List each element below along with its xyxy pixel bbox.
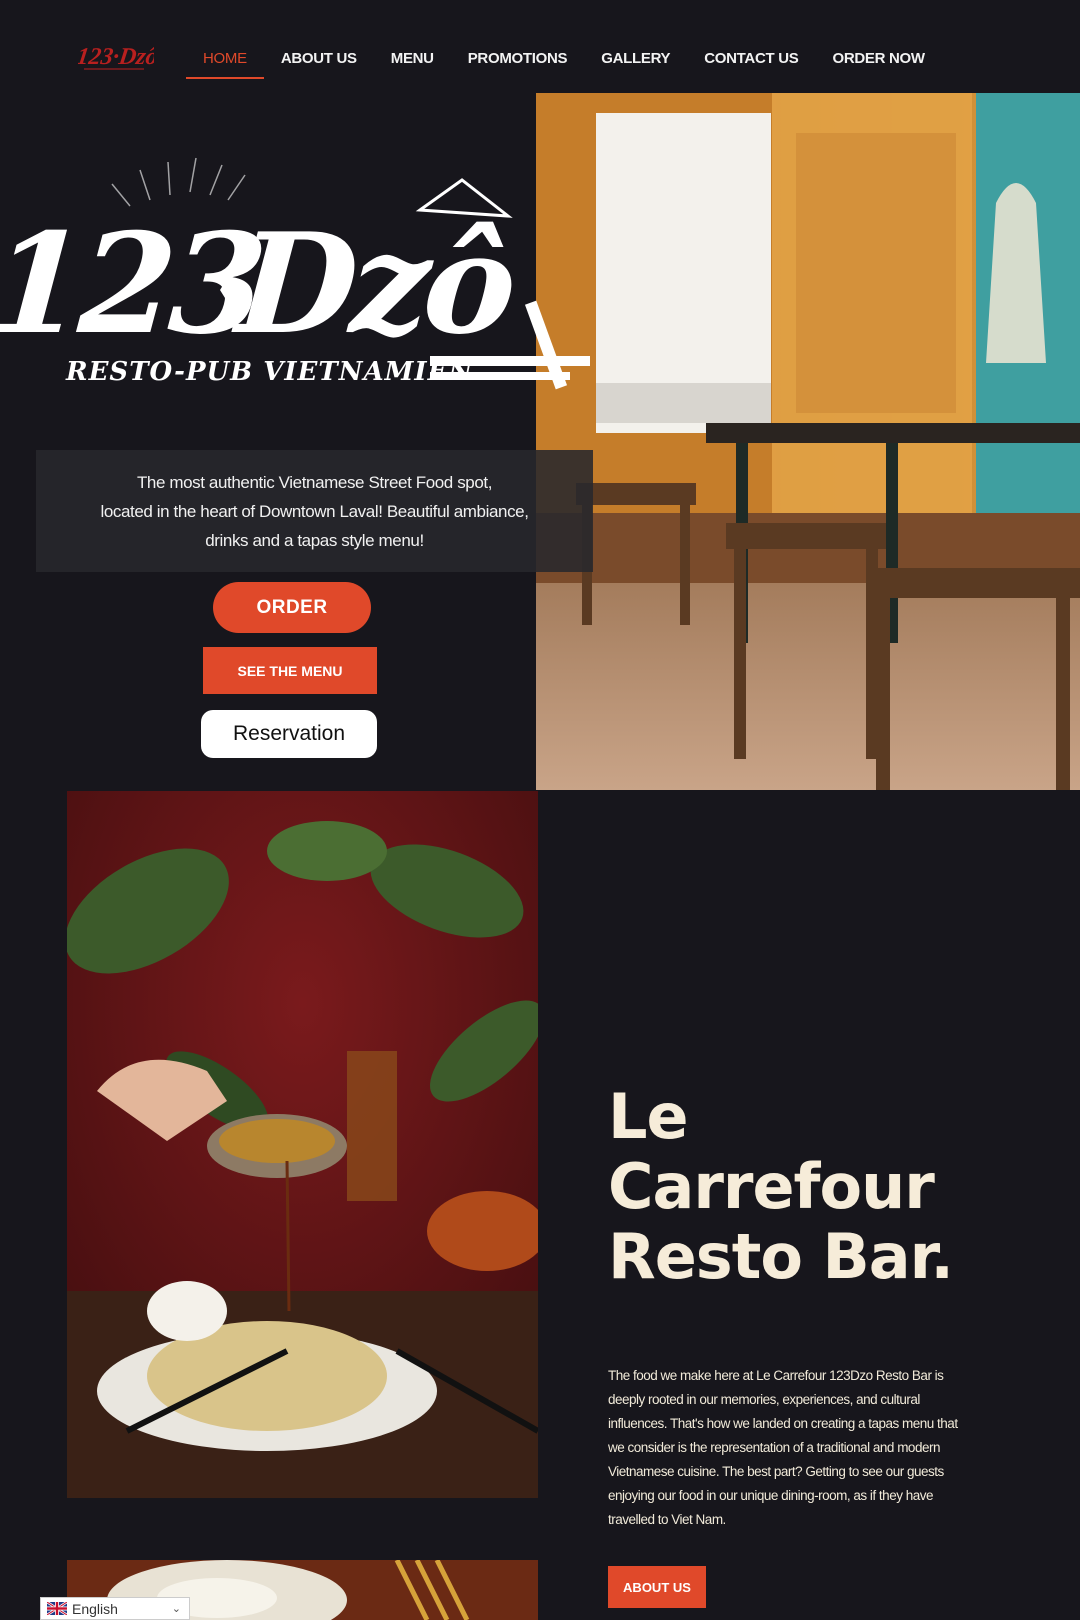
- about-body-text: The food we make here at Le Carrefour 12…: [608, 1368, 958, 1527]
- chevron-down-icon: ⌄: [171, 1603, 181, 1615]
- nav-order-now[interactable]: ORDER NOW: [815, 48, 941, 79]
- food-pouring-sauce-photo: [67, 791, 538, 1498]
- language-label: English: [72, 1600, 118, 1617]
- intro-text-box: The most authentic Vietnamese Street Foo…: [36, 450, 593, 572]
- intro-text: The most authentic Vietnamese Street Foo…: [100, 472, 529, 550]
- svg-text:123·Dzô: 123·Dzô: [78, 44, 154, 70]
- nav-contact-us[interactable]: CONTACT US: [687, 48, 815, 79]
- uk-flag-icon: [47, 1602, 67, 1615]
- order-button[interactable]: ORDER: [213, 582, 371, 633]
- nav-menu[interactable]: MENU: [374, 48, 451, 79]
- svg-text:Dzô: Dzô: [228, 202, 517, 365]
- language-selector[interactable]: English ⌄: [40, 1597, 190, 1620]
- section-heading: Le Carrefour Resto Bar.: [608, 1080, 954, 1293]
- brand-logo-large: 123 Dzô RESTO-PUB VIETNAMIEN: [0, 157, 590, 390]
- about-us-button[interactable]: ABOUT US: [608, 1566, 706, 1608]
- main-nav: HOME ABOUT US MENU PROMOTIONS GALLERY CO…: [186, 48, 942, 79]
- see-the-menu-button[interactable]: SEE THE MENU: [203, 647, 377, 694]
- reservation-button[interactable]: Reservation: [201, 710, 377, 758]
- nav-home[interactable]: HOME: [186, 48, 264, 79]
- nav-promotions[interactable]: PROMOTIONS: [451, 48, 585, 79]
- nav-gallery[interactable]: GALLERY: [584, 48, 687, 79]
- brand-logo-small[interactable]: 123·Dzô: [78, 36, 154, 78]
- nav-about-us[interactable]: ABOUT US: [264, 48, 374, 79]
- svg-text:RESTO-PUB VIETNAMIEN: RESTO-PUB VIETNAMIEN: [65, 357, 473, 387]
